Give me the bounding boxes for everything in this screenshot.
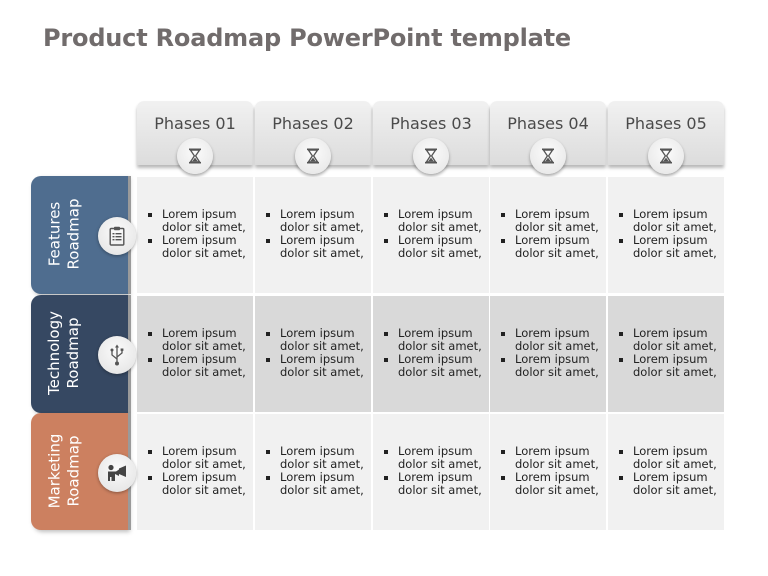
- roadmap-cell: Lorem ipsum dolor sit amet, Lorem ipsum d…: [255, 177, 371, 293]
- roadmap-cell: Lorem ipsum dolor sit amet, Lorem ipsum d…: [608, 177, 724, 293]
- roadmap-cell: Lorem ipsum dolor sit amet, Lorem ipsum d…: [608, 414, 724, 530]
- row-label-line2: Roadmap: [64, 198, 82, 270]
- bullet-item: Lorem ipsum dolor sit amet,: [383, 445, 489, 471]
- row-label-text: Features Roadmap: [45, 199, 83, 270]
- bullet-item: Lorem ipsum dolor sit amet,: [383, 234, 489, 260]
- phase-label: Phases 02: [272, 114, 354, 133]
- hourglass-icon: [295, 138, 331, 174]
- bullet-item: Lorem ipsum dolor sit amet,: [147, 234, 253, 260]
- bullet-item: Lorem ipsum dolor sit amet,: [383, 208, 489, 234]
- roadmap-cell: Lorem ipsum dolor sit amet, Lorem ipsum d…: [137, 177, 253, 293]
- bullet-item: Lorem ipsum dolor sit amet,: [383, 327, 489, 353]
- bullet-item: Lorem ipsum dolor sit amet,: [147, 327, 253, 353]
- usb-icon: [98, 336, 136, 374]
- phase-label: Phases 05: [625, 114, 707, 133]
- bullet-item: Lorem ipsum dolor sit amet,: [500, 353, 606, 379]
- roadmap-cell: Lorem ipsum dolor sit amet, Lorem ipsum d…: [608, 296, 724, 412]
- bullet-item: Lorem ipsum dolor sit amet,: [500, 445, 606, 471]
- roadmap-cell: Lorem ipsum dolor sit amet, Lorem ipsum d…: [373, 414, 489, 530]
- bullet-item: Lorem ipsum dolor sit amet,: [265, 471, 371, 497]
- row-label-text: Marketing Roadmap: [45, 434, 83, 509]
- bullet-item: Lorem ipsum dolor sit amet,: [500, 327, 606, 353]
- clipboard-icon: [98, 217, 136, 255]
- bullet-item: Lorem ipsum dolor sit amet,: [618, 471, 724, 497]
- row-label-line1: Features: [45, 201, 63, 267]
- bullet-item: Lorem ipsum dolor sit amet,: [265, 208, 371, 234]
- bullet-item: Lorem ipsum dolor sit amet,: [618, 327, 724, 353]
- row-label-line2: Roadmap: [64, 435, 83, 507]
- roadmap-cell: Lorem ipsum dolor sit amet, Lorem ipsum d…: [490, 177, 606, 293]
- bullet-item: Lorem ipsum dolor sit amet,: [147, 471, 253, 497]
- roadmap-cell: Lorem ipsum dolor sit amet, Lorem ipsum d…: [490, 414, 606, 530]
- bullet-item: Lorem ipsum dolor sit amet,: [500, 234, 606, 260]
- bullet-item: Lorem ipsum dolor sit amet,: [383, 353, 489, 379]
- roadmap-cell: Lorem ipsum dolor sit amet, Lorem ipsum d…: [255, 414, 371, 530]
- row-label-text: Technology Roadmap: [45, 311, 83, 395]
- bullet-item: Lorem ipsum dolor sit amet,: [147, 445, 253, 471]
- phase-label: Phases 04: [507, 114, 589, 133]
- bullet-item: Lorem ipsum dolor sit amet,: [618, 445, 724, 471]
- roadmap-cell: Lorem ipsum dolor sit amet, Lorem ipsum d…: [137, 414, 253, 530]
- bullet-item: Lorem ipsum dolor sit amet,: [147, 353, 253, 379]
- hourglass-icon: [530, 138, 566, 174]
- slide-title: Product Roadmap PowerPoint template: [43, 24, 572, 52]
- roadmap-cell: Lorem ipsum dolor sit amet, Lorem ipsum d…: [255, 296, 371, 412]
- hourglass-icon: [177, 138, 213, 174]
- bullet-item: Lorem ipsum dolor sit amet,: [500, 208, 606, 234]
- bullet-item: Lorem ipsum dolor sit amet,: [618, 353, 724, 379]
- hourglass-icon: [648, 138, 684, 174]
- hourglass-icon: [413, 138, 449, 174]
- row-label-line2: Roadmap: [64, 317, 82, 389]
- bullet-item: Lorem ipsum dolor sit amet,: [265, 234, 371, 260]
- bullet-item: Lorem ipsum dolor sit amet,: [265, 445, 371, 471]
- bullet-item: Lorem ipsum dolor sit amet,: [618, 234, 724, 260]
- bullet-item: Lorem ipsum dolor sit amet,: [618, 208, 724, 234]
- roadmap-cell: Lorem ipsum dolor sit amet, Lorem ipsum d…: [373, 177, 489, 293]
- roadmap-cell: Lorem ipsum dolor sit amet, Lorem ipsum d…: [137, 296, 253, 412]
- roadmap-cell: Lorem ipsum dolor sit amet, Lorem ipsum d…: [490, 296, 606, 412]
- phase-label: Phases 01: [154, 114, 236, 133]
- phase-label: Phases 03: [390, 114, 472, 133]
- row-label-line1: Marketing: [45, 433, 64, 509]
- row-label-line1: Technology: [45, 310, 63, 396]
- roadmap-cell: Lorem ipsum dolor sit amet, Lorem ipsum d…: [373, 296, 489, 412]
- bullet-item: Lorem ipsum dolor sit amet,: [383, 471, 489, 497]
- bullet-item: Lorem ipsum dolor sit amet,: [265, 327, 371, 353]
- megaphone-person-icon: [98, 454, 136, 492]
- bullet-item: Lorem ipsum dolor sit amet,: [265, 353, 371, 379]
- bullet-item: Lorem ipsum dolor sit amet,: [500, 471, 606, 497]
- bullet-item: Lorem ipsum dolor sit amet,: [147, 208, 253, 234]
